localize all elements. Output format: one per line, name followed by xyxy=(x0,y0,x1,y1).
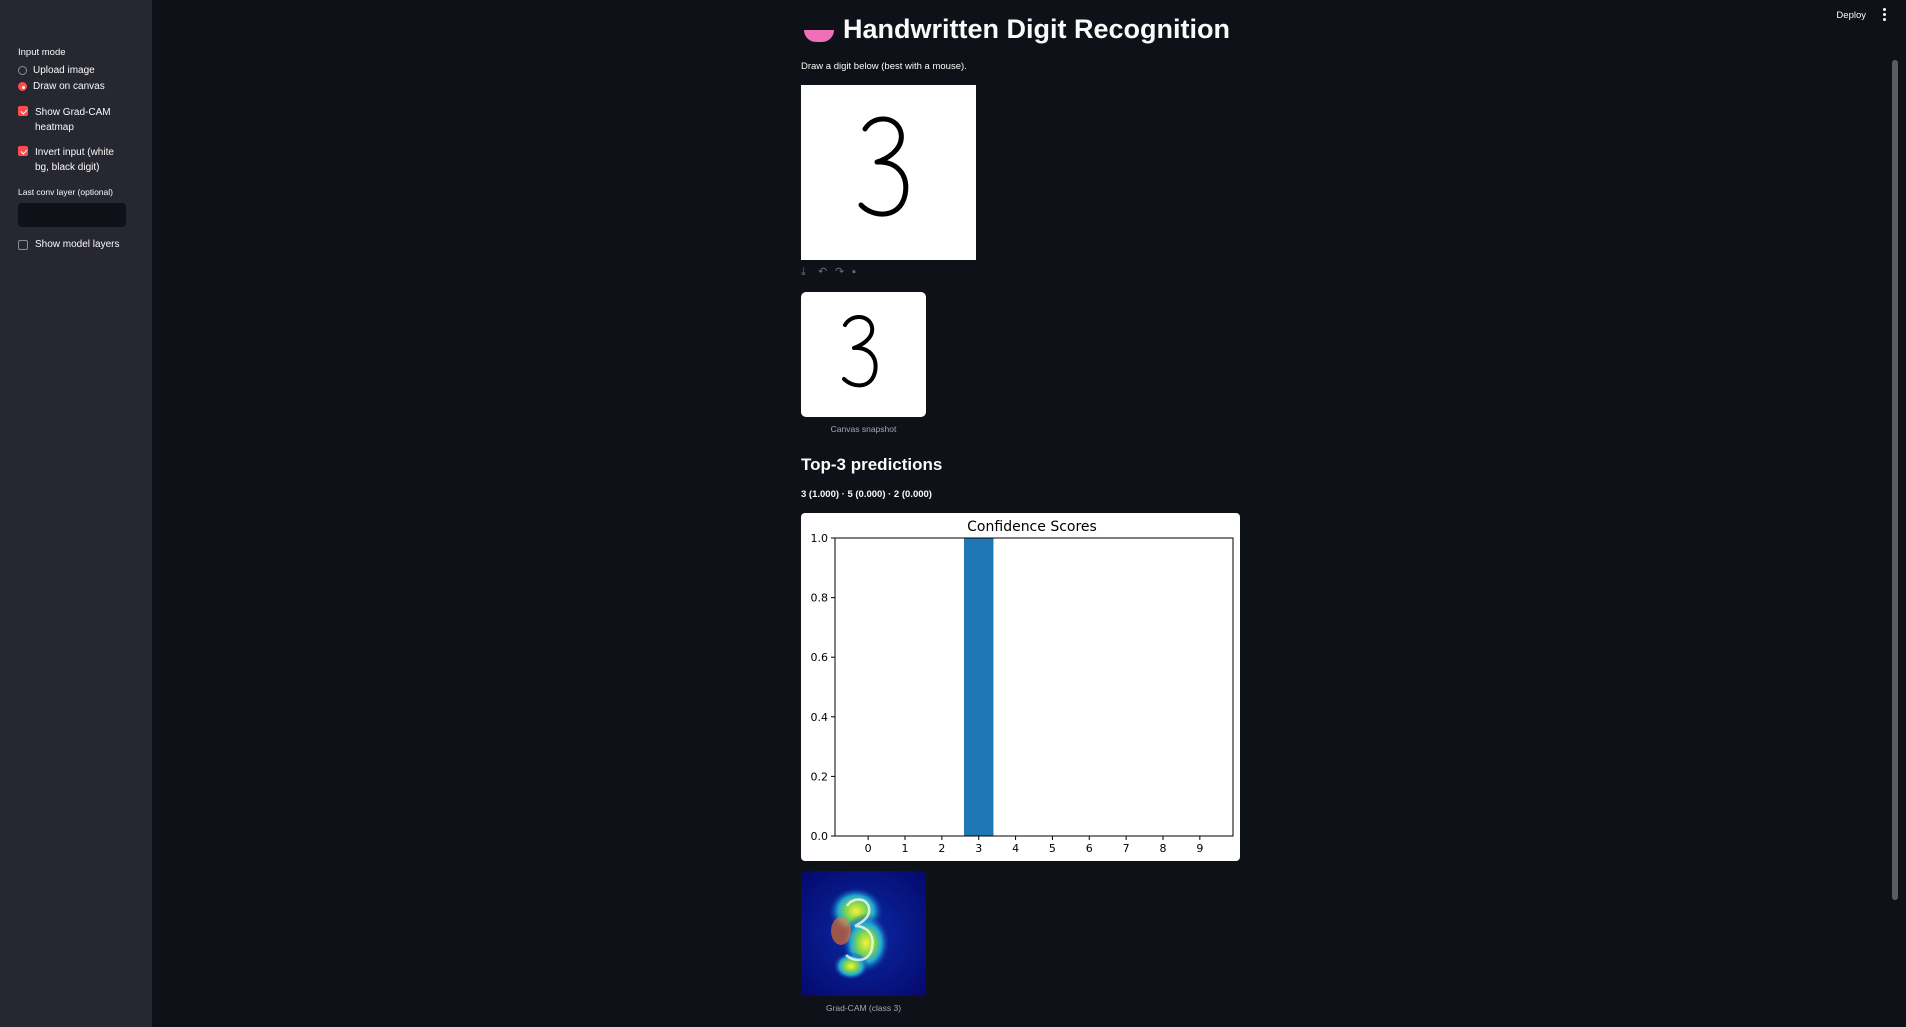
input-mode-label: Input mode xyxy=(18,47,66,58)
gradcam-checkbox[interactable]: Show Grad-CAM heatmap xyxy=(18,105,128,135)
x-tick-label: 9 xyxy=(1196,842,1203,855)
radio-indicator[interactable] xyxy=(18,66,27,75)
snapshot-caption: Canvas snapshot xyxy=(830,424,897,434)
drawn-digit xyxy=(858,116,909,217)
y-tick-label: 0.8 xyxy=(811,592,829,605)
show-model-layers-checkbox[interactable]: Show model layers xyxy=(18,239,119,251)
y-tick-label: 0.6 xyxy=(811,651,829,664)
canvas-toolbar: ⤓ ↶ ↷ ▪ xyxy=(801,267,864,278)
undo-icon[interactable]: ↶ xyxy=(818,267,830,278)
canvas-snapshot-image xyxy=(801,292,926,417)
main-menu-icon[interactable] xyxy=(1883,8,1887,23)
redo-icon[interactable]: ↷ xyxy=(835,267,847,278)
page-scrollbar[interactable] xyxy=(1892,60,1898,900)
gradcam-caption: Grad-CAM (class 3) xyxy=(825,1003,902,1013)
radio-draw-on-canvas[interactable]: Draw on canvas xyxy=(18,81,105,92)
confidence-chart-svg: Confidence Scores 0 1 2 3 4 5 6 7 8 9 0.0 0.2 0.4 0.6… xyxy=(811,519,1234,855)
y-tick-label: 0.0 xyxy=(811,830,829,843)
y-tick-label: 0.4 xyxy=(811,711,829,724)
x-tick-label: 3 xyxy=(975,842,982,855)
sidebar: Input mode Upload image Draw on canvas S… xyxy=(0,0,152,1027)
radio-indicator[interactable] xyxy=(18,82,27,91)
predictions-summary: 3 (1.000) · 5 (0.000) · 2 (0.000) xyxy=(801,489,932,500)
predictions-heading: Top-3 predictions xyxy=(801,455,943,474)
x-tick-label: 4 xyxy=(1012,842,1019,855)
checkbox-label: Show Grad-CAM heatmap xyxy=(35,107,111,133)
y-tick-label: 1.0 xyxy=(811,532,829,545)
gradcam-heatmap-image xyxy=(801,871,926,996)
checkbox-label: Show model layers xyxy=(35,239,120,250)
checkbox-label: Invert input (white bg, black digit) xyxy=(35,147,114,173)
invert-input-checkbox[interactable]: Invert input (white bg, black digit) xyxy=(18,145,128,175)
x-tick-label: 5 xyxy=(1049,842,1056,855)
confidence-chart: Confidence Scores 0 1 2 3 4 5 6 7 8 9 0.0 0.2 0.4 0.6… xyxy=(801,513,1240,861)
download-icon[interactable]: ⤓ xyxy=(801,267,813,278)
checkbox-indicator[interactable] xyxy=(18,146,28,156)
trash-icon[interactable]: ▪ xyxy=(852,267,864,278)
page-title: Handwritten Digit Recognition xyxy=(843,14,1230,44)
x-tick-label: 7 xyxy=(1123,842,1130,855)
draw-instructions: Draw a digit below (best with a mouse). xyxy=(801,61,967,72)
chart-title: Confidence Scores xyxy=(967,519,1097,535)
conv-layer-label: Last conv layer (optional) xyxy=(18,187,113,197)
x-tick-label: 6 xyxy=(1086,842,1093,855)
checkbox-indicator[interactable] xyxy=(18,106,28,116)
bar-3 xyxy=(963,538,994,836)
checkbox-indicator[interactable] xyxy=(18,240,28,250)
plot-frame xyxy=(834,537,1234,837)
y-tick-label: 0.2 xyxy=(811,770,829,783)
x-tick-label: 0 xyxy=(865,842,872,855)
x-tick-label: 8 xyxy=(1159,842,1166,855)
radio-label: Upload image xyxy=(33,65,95,76)
x-tick-label: 1 xyxy=(902,842,909,855)
x-tick-label: 2 xyxy=(938,842,945,855)
radio-upload-image[interactable]: Upload image xyxy=(18,65,95,76)
brain-emoji-icon xyxy=(804,30,834,42)
radio-label: Draw on canvas xyxy=(33,81,105,92)
conv-layer-input[interactable] xyxy=(18,203,126,227)
drawing-canvas[interactable] xyxy=(801,85,976,260)
deploy-button[interactable]: Deploy xyxy=(1836,10,1866,21)
